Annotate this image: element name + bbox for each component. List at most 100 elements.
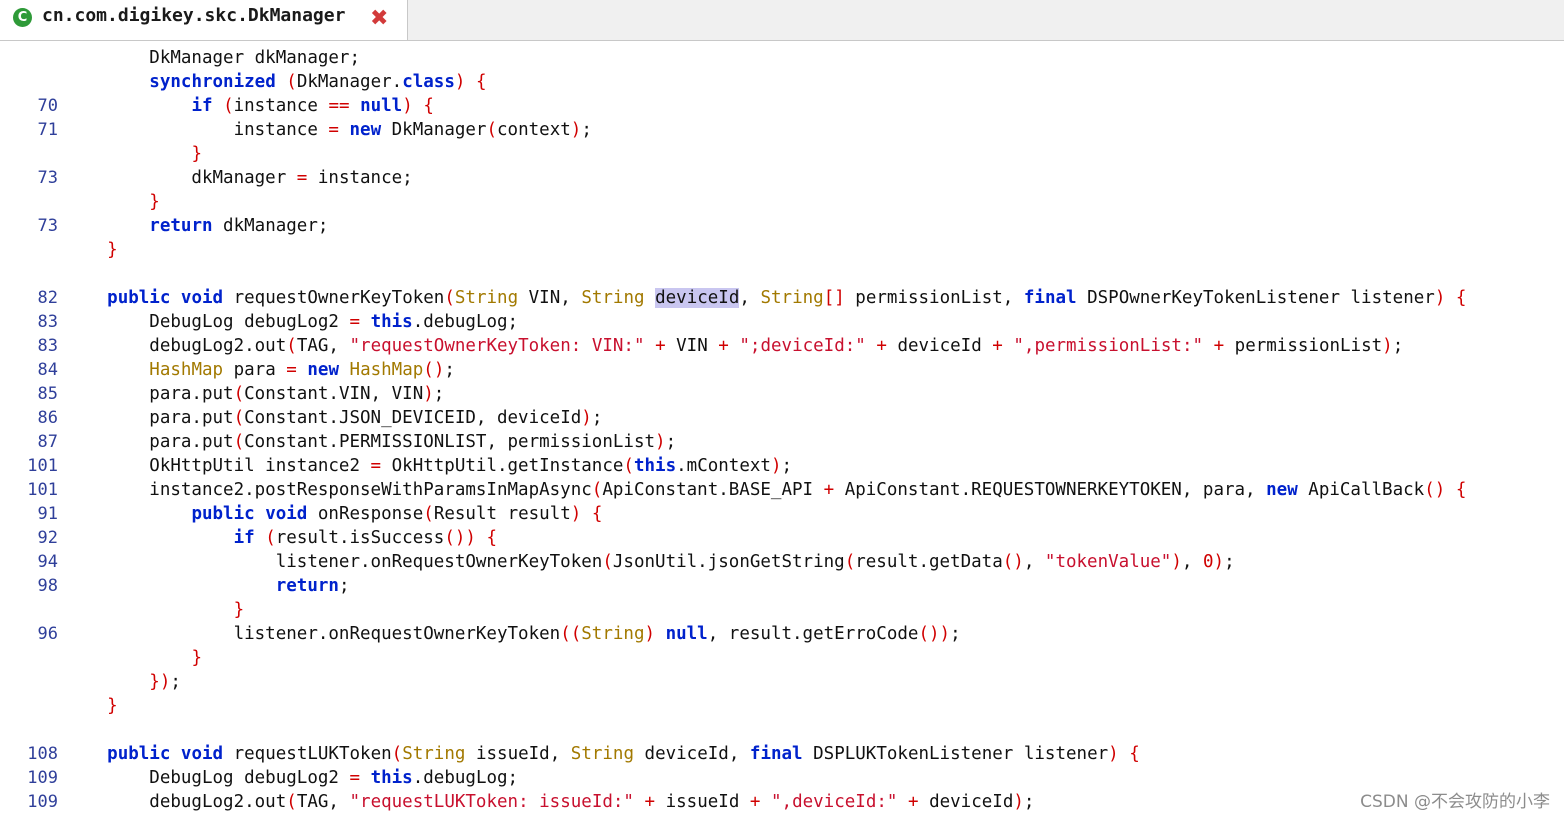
code-token: = <box>328 120 339 140</box>
line-number: 109 <box>27 768 58 788</box>
code-line[interactable]: DebugLog debugLog2 = this.debugLog; <box>65 766 518 790</box>
code-token: requestOwnerKeyToken <box>223 288 445 308</box>
code-token: DkManager dkManager; <box>65 48 361 68</box>
code-token: ; <box>950 624 961 644</box>
code-token: onResponse <box>307 504 424 524</box>
code-line[interactable]: }); <box>65 670 181 694</box>
code-line[interactable]: if (result.isSuccess()) { <box>65 526 497 550</box>
code-token: instance; <box>307 168 413 188</box>
code-line[interactable]: } <box>65 190 160 214</box>
code-token: debugLog2.out <box>65 336 287 356</box>
code-line[interactable]: if (instance == null) { <box>65 94 433 118</box>
code-token: ( <box>623 456 634 476</box>
code-line[interactable]: return; <box>65 574 350 598</box>
code-token: Result result <box>433 504 571 524</box>
code-line[interactable]: public void onResponse(Result result) { <box>65 502 602 526</box>
code-token: , <box>1181 552 1203 572</box>
code-token: ";deviceId:" <box>739 336 866 356</box>
code-token: ; <box>170 672 181 692</box>
line-number: 82 <box>37 288 58 308</box>
code-token: + <box>1213 336 1225 356</box>
code-token: String <box>402 744 466 764</box>
code-line[interactable]: } <box>65 646 202 670</box>
code-token: () <box>423 360 445 380</box>
code-line[interactable]: instance = new DkManager(context); <box>65 118 592 142</box>
code-token: ( <box>223 96 234 116</box>
line-number: 92 <box>37 528 58 548</box>
code-token: = <box>286 360 297 380</box>
code-token: listener.onRequestOwnerKeyToken <box>65 624 561 644</box>
code-line[interactable]: listener.onRequestOwnerKeyToken(JsonUtil… <box>65 550 1235 574</box>
code-token: permissionList, <box>844 288 1024 308</box>
code-token: ) <box>1171 552 1182 572</box>
code-line[interactable]: } <box>65 142 202 166</box>
code-line[interactable]: return dkManager; <box>65 214 328 238</box>
code-token: { <box>475 72 487 92</box>
code-editor[interactable]: 70 71 73 73 82 83 83 84 85 86 87 101 101 91 92 94 98 96 10… <box>0 42 1564 817</box>
code-line[interactable]: para.put(Constant.JSON_DEVICEID, deviceI… <box>65 406 602 430</box>
code-line[interactable]: instance2.postResponseWithParamsInMapAsy… <box>65 478 1466 502</box>
code-token: }) <box>149 672 171 692</box>
code-line[interactable]: debugLog2.out(TAG, "requestOwnerKeyToken… <box>65 334 1403 358</box>
code-token: OkHttpUtil instance2 <box>65 456 371 476</box>
code-token: String <box>581 288 645 308</box>
code-line[interactable]: OkHttpUtil instance2 = OkHttpUtil.getIns… <box>65 454 792 478</box>
code-line[interactable]: } <box>65 238 118 262</box>
code-token: () <box>1424 480 1446 500</box>
code-token: String <box>581 624 645 644</box>
code-token: , result.getErroCode <box>707 624 919 644</box>
code-line[interactable]: HashMap para = new HashMap(); <box>65 358 455 382</box>
code-token: 0 <box>1202 552 1214 572</box>
line-number: 91 <box>37 504 58 524</box>
code-token: void <box>180 288 224 308</box>
code-token: = <box>296 168 308 188</box>
code-line[interactable]: listener.onRequestOwnerKeyToken((String)… <box>65 622 961 646</box>
code-line[interactable]: para.put(Constant.PERMISSIONLIST, permis… <box>65 430 676 454</box>
code-token: void <box>180 744 224 764</box>
close-icon[interactable]: ✖ <box>370 6 388 31</box>
line-number: 83 <box>37 312 58 332</box>
code-line[interactable]: debugLog2.out(TAG, "requestLUKToken: iss… <box>65 790 1034 814</box>
code-token: instance <box>233 96 329 116</box>
code-token: permissionList <box>1224 336 1383 356</box>
line-number: 101 <box>27 456 58 476</box>
code-token: ) <box>1434 288 1446 308</box>
code-token: instance <box>65 120 329 140</box>
code-token: ()) <box>444 528 476 548</box>
code-line[interactable]: synchronized (DkManager.class) { <box>65 70 487 94</box>
code-line[interactable]: } <box>65 694 118 718</box>
editor-tab-bar: C cn.com.digikey.skc.DkManager ✖ <box>0 0 1564 41</box>
code-token: return <box>149 216 213 236</box>
code-line[interactable]: public void requestLUKToken(String issue… <box>65 742 1140 766</box>
code-token: } <box>191 648 202 668</box>
code-token: ) <box>570 120 582 140</box>
code-line[interactable]: dkManager = instance; <box>65 166 413 190</box>
code-line[interactable]: public void requestOwnerKeyToken(String … <box>65 286 1466 310</box>
code-line[interactable]: } <box>65 598 245 622</box>
code-line[interactable]: DkManager dkManager; <box>65 46 360 70</box>
code-token: .debugLog; <box>412 312 519 332</box>
code-token: issueId, <box>465 744 571 764</box>
code-token: == <box>328 96 350 116</box>
code-token: } <box>107 240 118 260</box>
code-token: + <box>718 336 729 356</box>
editor-tab[interactable]: C cn.com.digikey.skc.DkManager ✖ <box>0 0 408 40</box>
code-line[interactable]: para.put(Constant.VIN, VIN); <box>65 382 444 406</box>
code-token: deviceId <box>918 792 1014 812</box>
code-line[interactable]: DebugLog debugLog2 = this.debugLog; <box>65 310 518 334</box>
code-token: { <box>1455 480 1467 500</box>
code-token: VIN, <box>518 288 582 308</box>
code-token: String <box>570 744 634 764</box>
code-token: (( <box>560 624 582 644</box>
code-token: this <box>633 456 677 476</box>
